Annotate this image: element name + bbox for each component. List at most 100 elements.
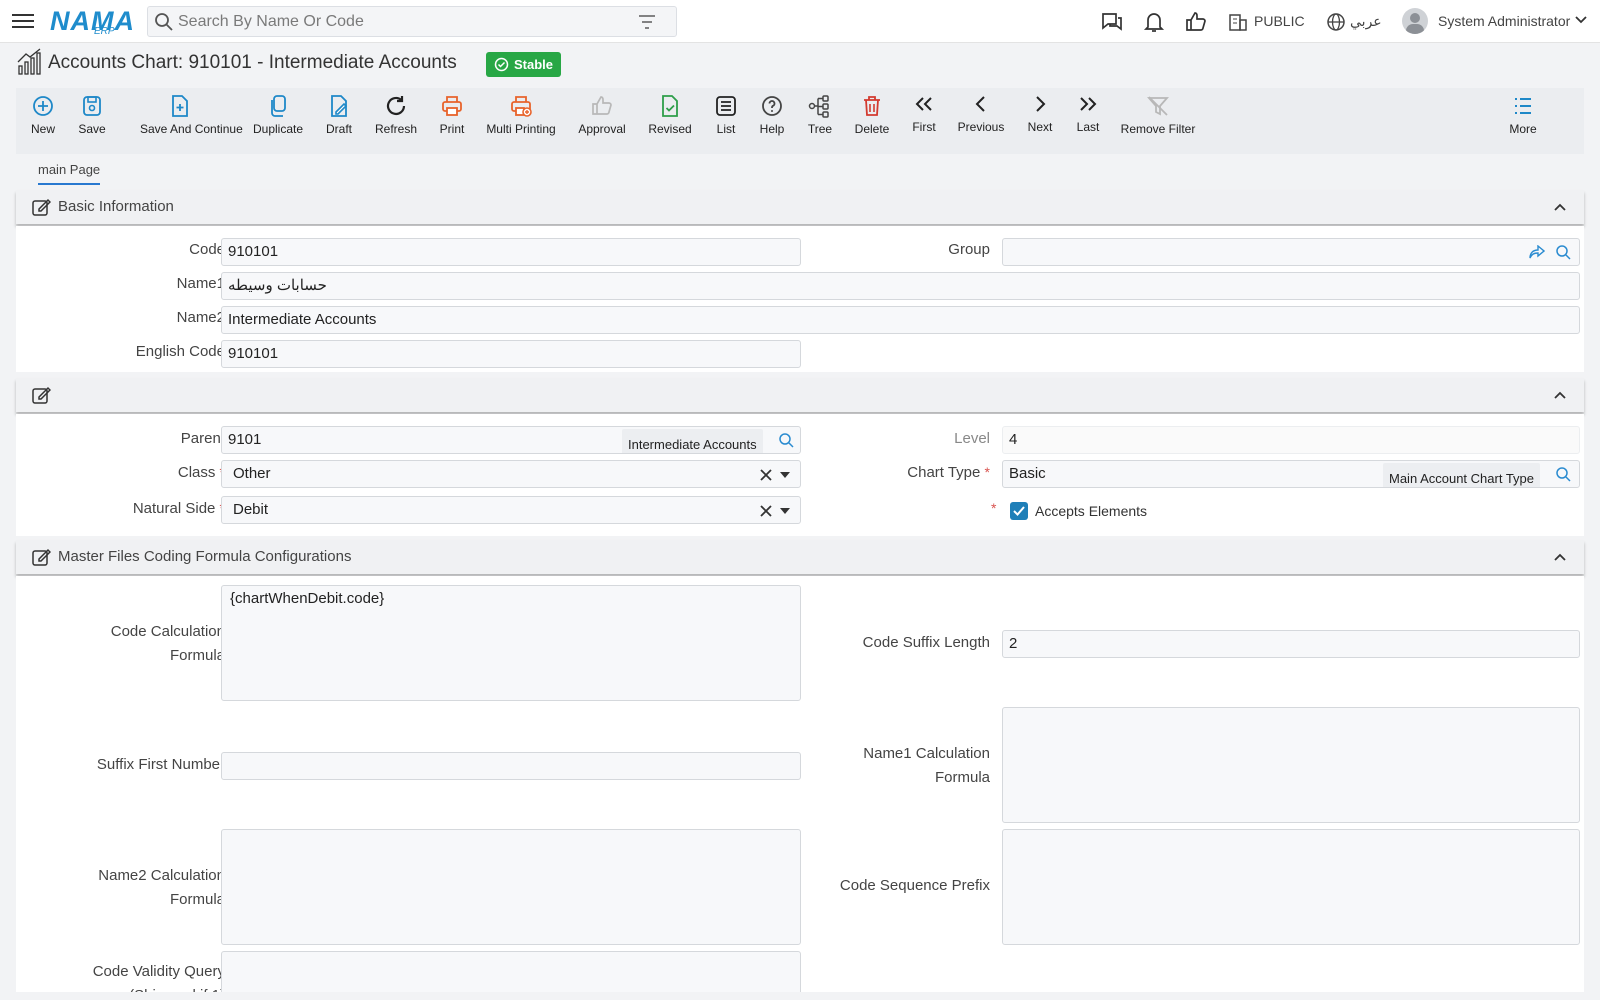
group-field[interactable] — [1002, 238, 1580, 266]
page-title: Accounts Chart: 910101 - Intermediate Ac… — [48, 52, 457, 73]
printer-icon — [442, 96, 462, 116]
chevron-down-icon[interactable] — [1574, 15, 1588, 25]
chevron-up-icon[interactable] — [1553, 202, 1567, 212]
edit-icon — [32, 548, 51, 566]
filter-icon[interactable] — [638, 14, 656, 30]
tree-icon — [808, 95, 829, 118]
label-line: Name1 Calculation — [863, 745, 990, 762]
file-plus-icon — [172, 95, 188, 117]
suffix-first-number-field[interactable] — [221, 752, 801, 780]
section-body-coding-formula: Code Calculation Formula {chartWhenDebit.… — [16, 576, 1584, 1000]
group-label: Group — [948, 241, 990, 258]
natural-side-select[interactable]: Debit — [221, 496, 801, 524]
accepts-elements-checkbox[interactable] — [1010, 502, 1028, 520]
code-suffix-length-label: Code Suffix Length — [862, 634, 990, 651]
name1-calculation-textarea[interactable] — [1002, 707, 1580, 823]
code-field[interactable]: 910101 — [221, 238, 801, 266]
class-value: Other — [233, 465, 271, 482]
name1-field[interactable]: حسابات وسيطه — [221, 272, 1580, 300]
multi-printing-label: Multi Printing — [486, 122, 556, 136]
bell-icon[interactable] — [1142, 10, 1166, 34]
multi-printing-button[interactable]: Multi Printing — [481, 94, 561, 136]
name2-field[interactable]: Intermediate Accounts — [221, 306, 1580, 334]
caret-down-icon[interactable] — [780, 508, 790, 514]
code-suffix-length-field[interactable]: 2 — [1002, 630, 1580, 658]
save-button[interactable]: Save — [52, 94, 132, 136]
section-header-account-details[interactable] — [16, 378, 1584, 412]
double-chevron-right-icon — [1080, 97, 1097, 111]
company-label[interactable]: PUBLIC — [1254, 13, 1305, 29]
more-button[interactable]: More — [1483, 94, 1563, 136]
section-body-basic-information: Code 910101 Group Name1 حسابات وسيطه Nam… — [16, 226, 1584, 372]
search-lookup-icon[interactable] — [778, 432, 794, 448]
search-lookup-icon[interactable] — [1555, 244, 1571, 260]
chevron-up-icon[interactable] — [1553, 390, 1567, 400]
copy-icon — [271, 95, 286, 117]
top-bar: NAMA ERP PUBLIC عربي System Administrato… — [0, 0, 1600, 43]
remove-filter-button[interactable]: Remove Filter — [1118, 94, 1198, 136]
bottom-edge — [0, 992, 1600, 1000]
status-text: Stable — [514, 57, 554, 72]
chart-type-value: Basic — [1009, 465, 1046, 482]
code-calculation-textarea[interactable]: {chartWhenDebit.code} — [221, 585, 801, 701]
checkmark-icon — [1013, 506, 1025, 516]
search-lookup-icon[interactable] — [1555, 466, 1571, 482]
code-sequence-prefix-textarea[interactable] — [1002, 829, 1580, 945]
thumbs-up-icon[interactable] — [1184, 10, 1208, 34]
edit-icon — [32, 386, 51, 404]
search-icon — [155, 13, 173, 31]
section-header-basic-information[interactable]: Basic Information — [16, 190, 1584, 224]
avatar[interactable] — [1402, 8, 1428, 34]
refresh-icon — [386, 96, 406, 115]
section-header-coding-formula[interactable]: Master Files Coding Formula Configuratio… — [16, 540, 1584, 574]
chat-icon[interactable] — [1100, 10, 1124, 34]
save-and-continue-label: Save And Continue — [140, 122, 243, 136]
natural-side-value: Debit — [233, 501, 269, 518]
thumbs-up-icon — [592, 96, 612, 115]
parent-field[interactable]: 9101 Intermediate Accounts — [221, 426, 801, 454]
clear-icon[interactable] — [760, 469, 772, 481]
logo-text: NAMA — [50, 6, 135, 36]
tab-main-page[interactable]: main Page — [38, 162, 101, 185]
search-box[interactable] — [147, 6, 677, 37]
chevron-left-icon — [975, 96, 985, 112]
more-list-icon — [1515, 98, 1531, 114]
class-select[interactable]: Other — [221, 460, 801, 488]
check-circle-icon — [494, 57, 509, 72]
chart-type-label-text: Chart Type — [907, 464, 981, 481]
last-button[interactable]: Last — [1048, 92, 1128, 134]
language-switch[interactable]: عربي — [1350, 13, 1382, 30]
english-code-field[interactable]: 910101 — [221, 340, 801, 368]
save-and-continue-button[interactable]: Save And Continue — [140, 94, 243, 136]
suffix-first-number-label: Suffix First Number — [96, 756, 225, 773]
save-label: Save — [78, 122, 106, 136]
natural-side-label: Natural Side * — [133, 500, 225, 517]
more-label: More — [1509, 122, 1537, 136]
clear-icon[interactable] — [760, 505, 772, 517]
name2-calculation-textarea[interactable] — [221, 829, 801, 945]
search-input[interactable] — [178, 7, 638, 36]
menu-icon[interactable] — [12, 11, 34, 31]
name1-calculation-label: Name1 Calculation Formula — [863, 742, 990, 790]
logo[interactable]: NAMA ERP — [48, 4, 135, 38]
print-button[interactable]: Print — [412, 94, 492, 136]
share-icon[interactable] — [1529, 245, 1545, 259]
code-label: Code — [189, 241, 225, 258]
filter-off-icon — [1147, 96, 1169, 116]
first-label: First — [912, 120, 936, 134]
parent-label: Parent — [180, 430, 225, 447]
chevron-up-icon[interactable] — [1553, 552, 1567, 562]
double-chevron-left-icon — [915, 97, 932, 111]
code-sequence-prefix-label: Code Sequence Prefix — [839, 877, 990, 894]
caret-down-icon[interactable] — [780, 472, 790, 478]
user-name[interactable]: System Administrator — [1438, 13, 1570, 29]
name1-label: Name1 — [176, 275, 225, 292]
status-badge: Stable — [486, 52, 562, 77]
multi-printer-icon — [511, 96, 532, 117]
label-line: Formula — [169, 891, 225, 908]
chart-type-field[interactable]: Basic Main Account Chart Type — [1002, 460, 1580, 488]
file-check-icon — [662, 95, 678, 117]
parent-value: 9101 — [228, 431, 262, 448]
class-label-text: Class — [177, 464, 216, 481]
accepts-elements-label: Accepts Elements — [1035, 503, 1148, 519]
